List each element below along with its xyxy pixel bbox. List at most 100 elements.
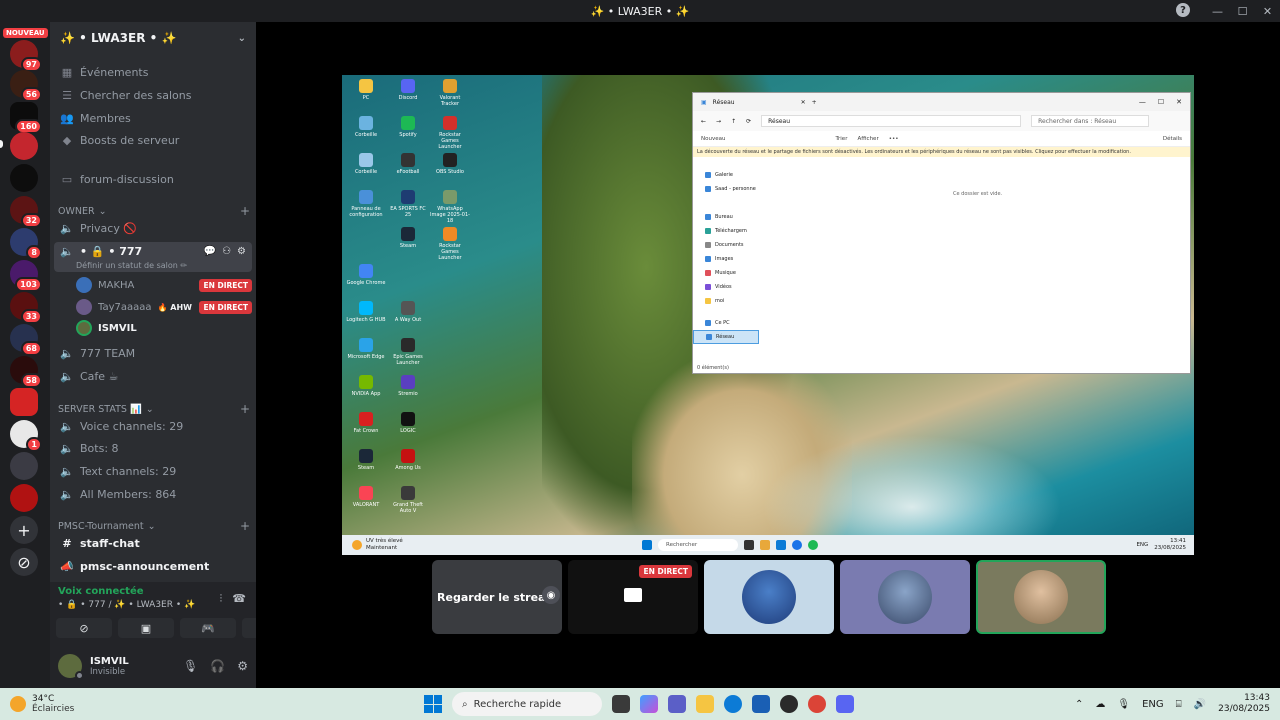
desktop-icon: OBS Studio (430, 153, 470, 175)
events-item[interactable]: ▦ Événements (54, 62, 252, 83)
stats-channel[interactable]: 🔈 Voice channels: 29 (54, 416, 252, 437)
voice-location[interactable]: • 🔒 • 777 / ✨ • LWA3ER • ✨ (58, 600, 195, 610)
category-pmsc[interactable]: PMSC-Tournament ⌄ + (58, 519, 250, 533)
chevron-down-icon: ⌄ (98, 205, 107, 217)
server-icon[interactable] (10, 164, 38, 192)
participant-tile[interactable] (840, 560, 970, 634)
chevron-up-icon[interactable]: ⌃ (1075, 699, 1083, 710)
camera-off-button[interactable]: ⊘ (56, 618, 112, 638)
stats-label: All Members: 864 (80, 488, 177, 501)
task-view-icon[interactable] (612, 695, 630, 713)
server-icon[interactable]: 33 (10, 292, 42, 324)
microphone-icon[interactable]: 🎙 (1117, 699, 1130, 710)
server-icon[interactable]: 68 (10, 324, 42, 356)
edge-icon[interactable] (724, 695, 742, 713)
store-icon[interactable] (752, 695, 770, 713)
language-indicator[interactable]: ENG (1142, 699, 1164, 710)
announcement-channel[interactable]: 📣 pmsc-announcement (54, 556, 252, 577)
avatar[interactable] (58, 654, 84, 680)
cafe-channel[interactable]: 🔈 Cafe ☕ (54, 366, 252, 387)
speaker-icon: 🔈 (60, 222, 74, 235)
server-icon[interactable]: 1 (10, 420, 42, 452)
stream-video[interactable]: PC Discord Valorant Tracker Corbeille Sp… (342, 75, 1194, 555)
team-channel[interactable]: 🔈 777 TEAM (54, 343, 252, 364)
invite-icon[interactable]: ⚇ (222, 246, 231, 257)
activity-button[interactable]: 🎮 (180, 618, 236, 638)
discord-icon[interactable] (836, 695, 854, 713)
add-channel-icon[interactable]: + (240, 204, 250, 218)
server-icon[interactable]: 32 (10, 196, 42, 228)
category-owner[interactable]: OWNER ⌄ + (58, 204, 250, 218)
taskbar-search[interactable]: ⌕ Recherche rapide (452, 692, 602, 716)
user-name[interactable]: ISMVIL (90, 656, 129, 667)
file-explorer-icon[interactable] (696, 695, 714, 713)
server-icon[interactable] (10, 132, 38, 160)
streamed-taskbar: UV très élevé Maintenant Rechercher ENG 1… (342, 535, 1194, 555)
teams-icon[interactable] (668, 695, 686, 713)
weather-widget[interactable]: 34°C Éclaircies (10, 694, 74, 714)
gear-icon[interactable]: ⚙ (237, 246, 246, 257)
server-icon[interactable]: 160 (10, 102, 42, 134)
chrome-icon[interactable] (808, 695, 826, 713)
cloud-icon[interactable]: ☁ (1095, 699, 1105, 710)
server-icon[interactable] (10, 484, 38, 512)
server-icon[interactable]: 56 (10, 70, 42, 102)
stats-channel[interactable]: 🔈 Text channels: 29 (54, 461, 252, 482)
noise-suppression-icon[interactable]: ⫶ (220, 592, 223, 606)
guild-header[interactable]: ✨ • LWA3ER • ✨ ⌄ (50, 22, 256, 54)
stats-channel[interactable]: 🔈 All Members: 864 (54, 484, 252, 505)
microphone-icon[interactable]: 🎙 (183, 659, 198, 673)
voice-connected-label[interactable]: Voix connectée (58, 586, 144, 597)
weather-text: Éclaircies (32, 704, 75, 714)
server-icon[interactable]: 58 (10, 356, 42, 388)
channel-label: pmsc-announcement (80, 560, 210, 573)
help-icon[interactable]: ? (1176, 3, 1190, 17)
desktop-icon: Epic Games Launcher (388, 338, 428, 366)
start-button[interactable] (424, 695, 442, 713)
channel-status-hint[interactable]: Définir un statut de salon ✏ (76, 261, 187, 270)
watch-stream-tile[interactable]: Regarder le stream ◉ (432, 560, 562, 634)
voice-user[interactable]: MAKHA EN DIRECT (76, 275, 252, 295)
disconnect-icon[interactable]: ☎ (232, 592, 246, 606)
clock[interactable]: 13:43 23/08/2025 (1218, 693, 1270, 715)
voice-user[interactable]: ISMVIL (76, 318, 252, 338)
stats-label: Text channels: 29 (80, 465, 177, 478)
stats-channel[interactable]: 🔈 Bots: 8 (54, 438, 252, 459)
watch-stream-button[interactable]: Regarder le stream (437, 591, 557, 604)
network-icon[interactable]: ⌸ (1176, 699, 1182, 710)
server-boosts-item[interactable]: ◆ Boosts de serveur (54, 130, 252, 151)
text-channel-staff-chat[interactable]: # staff-chat (54, 533, 252, 554)
stream-preview-tile[interactable]: EN DIRECT (568, 560, 698, 634)
server-icon[interactable]: 103 (10, 260, 42, 292)
minimize-button[interactable]: — (1205, 0, 1230, 22)
desktop-icon: LOGIC (388, 412, 428, 434)
headphones-icon[interactable]: 🎧 (210, 659, 225, 673)
server-icon[interactable]: 97 (10, 40, 42, 72)
add-channel-icon[interactable]: + (240, 402, 250, 416)
privacy-channel[interactable]: 🔈 Privacy 🚫 (54, 218, 252, 239)
server-icon[interactable] (10, 452, 38, 480)
eye-icon[interactable]: ◉ (542, 586, 560, 604)
close-button[interactable]: ✕ (1255, 0, 1280, 22)
browse-channels-item[interactable]: ☰ Chercher des salons (54, 85, 252, 106)
category-server-stats[interactable]: SERVER STATS 📊 ⌄ + (58, 402, 250, 416)
close-tab-icon: ✕ (800, 98, 806, 106)
add-server-icon[interactable]: + (10, 516, 38, 544)
volume-icon[interactable]: 🔊 (1194, 699, 1206, 710)
participant-tile-speaking[interactable] (976, 560, 1106, 634)
voice-user[interactable]: Tay7aaaaa 🔥 AHW EN DIRECT (76, 297, 252, 317)
app-icon[interactable] (780, 695, 798, 713)
explore-servers-icon[interactable]: ⊘ (10, 548, 38, 576)
server-icon[interactable]: 8 (10, 228, 42, 260)
chat-icon[interactable]: 💬 (204, 246, 216, 257)
voice-channel-777[interactable]: 🔈 • 🔒 • 777 💬 ⚇ ⚙ (54, 241, 252, 262)
maximize-button[interactable]: ☐ (1230, 0, 1255, 22)
forum-channel[interactable]: ▭ forum-discussion (54, 169, 252, 190)
add-channel-icon[interactable]: + (240, 519, 250, 533)
participant-tile[interactable] (704, 560, 834, 634)
members-item[interactable]: 👥 Membres (54, 108, 252, 129)
screen-share-button[interactable]: ▣ (118, 618, 174, 638)
copilot-icon[interactable] (640, 695, 658, 713)
gear-icon[interactable]: ⚙ (237, 659, 248, 673)
server-icon[interactable] (10, 388, 38, 416)
